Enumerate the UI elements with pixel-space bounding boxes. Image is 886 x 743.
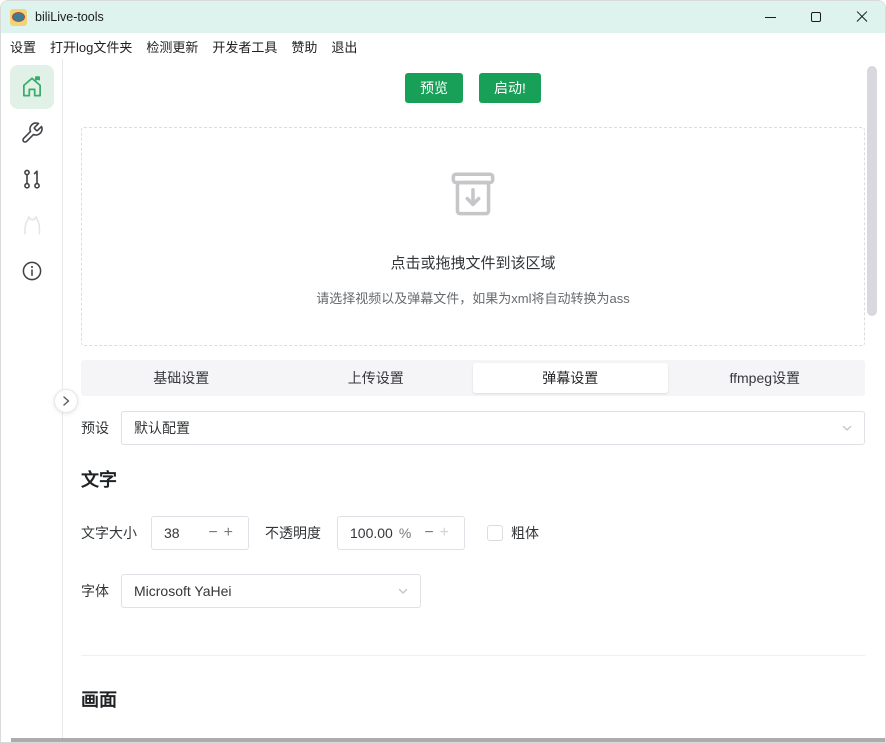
dropzone-subtitle: 请选择视频以及弹幕文件，如果为xml将自动转换为ass <box>316 288 629 307</box>
increment-icon[interactable]: + <box>437 525 452 541</box>
font-family-value: Microsoft YaHei <box>134 583 232 599</box>
font-row: 字体 Microsoft YaHei <box>81 574 865 608</box>
bold-label: 粗体 <box>511 523 539 543</box>
file-dropzone[interactable]: 点击或拖拽文件到该区域 请选择视频以及弹幕文件，如果为xml将自动转换为ass <box>81 127 865 346</box>
chevron-down-icon <box>840 421 854 435</box>
tab-upload-settings[interactable]: 上传设置 <box>279 363 474 393</box>
bold-checkbox-wrap[interactable]: 粗体 <box>487 523 539 543</box>
close-button[interactable] <box>839 1 885 33</box>
preset-row: 预设 默认配置 <box>81 411 865 445</box>
close-icon <box>856 11 868 23</box>
cat-icon <box>19 212 45 238</box>
menu-check-update[interactable]: 检测更新 <box>139 35 205 58</box>
decrement-icon[interactable]: − <box>205 525 220 541</box>
info-icon <box>20 259 44 283</box>
wrench-icon <box>20 121 44 145</box>
preset-select[interactable]: 默认配置 <box>121 411 865 445</box>
text-section-heading: 文字 <box>81 466 865 492</box>
window-title: biliLive-tools <box>35 10 104 24</box>
maximize-button[interactable] <box>793 1 839 33</box>
menu-sponsor[interactable]: 赞助 <box>284 35 324 58</box>
tab-basic-settings[interactable]: 基础设置 <box>84 363 279 393</box>
sidebar-collapse-button[interactable] <box>54 389 78 413</box>
opacity-label: 不透明度 <box>265 523 321 543</box>
chevron-down-icon <box>396 584 410 598</box>
app-logo-icon <box>10 9 27 26</box>
settings-tabs: 基础设置 上传设置 弹幕设置 ffmpeg设置 <box>81 360 865 396</box>
opacity-value: 100.00 <box>350 525 399 541</box>
minimize-icon <box>765 17 776 18</box>
minimize-button[interactable] <box>747 1 793 33</box>
vertical-scrollbar-thumb[interactable] <box>867 66 877 316</box>
sidebar-item-about[interactable] <box>10 249 54 293</box>
font-family-select[interactable]: Microsoft YaHei <box>121 574 421 608</box>
app-window: biliLive-tools 设置 打开log文件夹 检测更新 开发者工具 赞助… <box>0 0 886 743</box>
font-size-label: 文字大小 <box>81 523 137 543</box>
preview-button[interactable]: 预览 <box>405 73 463 103</box>
decrement-icon[interactable]: − <box>421 525 436 541</box>
git-compare-icon <box>20 167 44 191</box>
menu-devtools[interactable]: 开发者工具 <box>205 35 284 58</box>
menubar: 设置 打开log文件夹 检测更新 开发者工具 赞助 退出 <box>1 33 885 59</box>
preset-label: 预设 <box>81 418 109 438</box>
start-button[interactable]: 启动! <box>479 73 541 103</box>
sidebar-item-tools[interactable] <box>10 111 54 155</box>
main-content: 预览 启动! 点击或拖拽文件到该区域 请选择视频以及弹幕文件，如果为xml将自动… <box>63 59 885 743</box>
screen-section-heading: 画面 <box>81 686 865 712</box>
tab-ffmpeg-settings[interactable]: ffmpeg设置 <box>668 363 863 393</box>
sidebar-item-home[interactable] <box>10 65 54 109</box>
horizontal-scrollbar[interactable] <box>11 738 885 742</box>
chevron-right-icon <box>60 395 72 407</box>
sidebar-item-sync[interactable] <box>10 157 54 201</box>
menu-open-log-folder[interactable]: 打开log文件夹 <box>43 35 139 58</box>
dropzone-title: 点击或拖拽文件到该区域 <box>390 252 555 273</box>
action-row: 预览 启动! <box>81 73 865 103</box>
text-controls-row: 文字大小 38 − + 不透明度 100.00 % − + 粗体 <box>81 516 865 550</box>
opacity-suffix: % <box>399 525 411 541</box>
opacity-input[interactable]: 100.00 % − + <box>337 516 465 550</box>
font-size-input[interactable]: 38 − + <box>151 516 249 550</box>
increment-icon[interactable]: + <box>221 525 236 541</box>
menu-settings[interactable]: 设置 <box>3 35 43 58</box>
archive-download-icon <box>444 166 502 224</box>
preset-value: 默认配置 <box>134 418 190 438</box>
home-icon <box>19 74 45 100</box>
bold-checkbox[interactable] <box>487 525 503 541</box>
font-family-label: 字体 <box>81 581 109 601</box>
tab-danmaku-settings[interactable]: 弹幕设置 <box>473 363 668 393</box>
titlebar: biliLive-tools <box>1 1 885 33</box>
font-size-value: 38 <box>164 525 205 541</box>
menu-exit[interactable]: 退出 <box>324 35 364 58</box>
section-divider <box>81 655 865 656</box>
maximize-icon <box>811 12 821 22</box>
sidebar-item-extra[interactable] <box>10 203 54 247</box>
